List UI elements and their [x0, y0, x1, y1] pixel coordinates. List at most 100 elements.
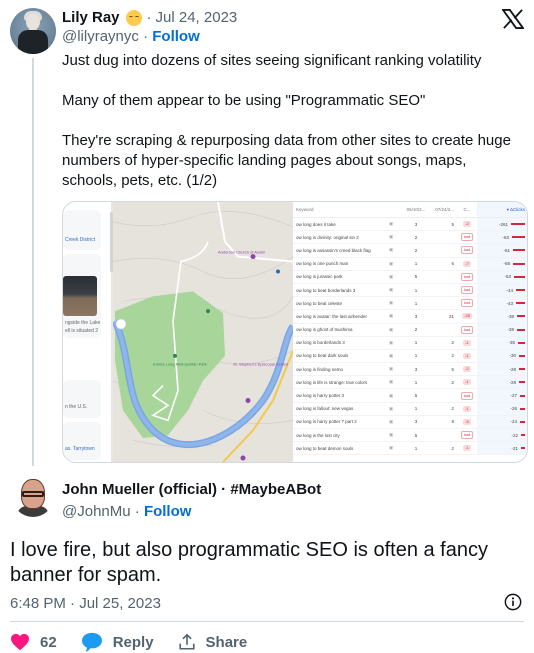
serp-icon[interactable]: ▣: [381, 327, 401, 333]
table-row[interactable]: ow long is borderlands 3 ▣ 1 2 -1 -36: [293, 336, 527, 350]
keyword-cell[interactable]: ow long to beat borderlands 3: [293, 288, 381, 293]
tweet-date[interactable]: Jul 24, 2023: [156, 8, 238, 27]
position-date-1: 1: [414, 340, 418, 346]
tweet-actions: 62 Reply Share: [10, 631, 271, 653]
table-row[interactable]: ow long is divinity: original sin 2 ▣ 2 los…: [293, 231, 527, 245]
keyword-cell[interactable]: ow long is the lost city: [293, 433, 381, 438]
delta-clicks-bar: [514, 275, 525, 278]
table-row[interactable]: ow long to beat borderlands 3 ▣ 1 lost -44: [293, 283, 527, 298]
keyword-cell[interactable]: ow long to beat demon souls: [293, 446, 381, 451]
keyword-cell[interactable]: ow long is fallout: new vegas: [293, 406, 381, 411]
keyword-cell[interactable]: ow long is finding nemo: [293, 367, 381, 372]
reply-label: Reply: [112, 633, 154, 651]
keyword-cell[interactable]: ow long is borderlands 3: [293, 340, 381, 345]
author-name[interactable]: John Mueller (official) · #MaybeABot: [62, 480, 321, 499]
follow-button[interactable]: Follow: [144, 503, 192, 520]
reply-button[interactable]: Reply: [81, 632, 154, 652]
change-cell: -5: [457, 418, 477, 425]
change-badge: -1: [463, 379, 471, 386]
delta-clicks-value: -28: [509, 379, 516, 385]
col-delta-clicks[interactable]: ▾ ΔClicks: [477, 202, 527, 217]
map-pin-church: [250, 254, 256, 260]
keyword-cell[interactable]: ow long is harry potter 7 part 2: [293, 419, 381, 424]
serp-icon[interactable]: ▣: [381, 366, 401, 372]
keyword-cell[interactable]: ow long to beat celeste: [293, 301, 381, 306]
serp-icon[interactable]: ▣: [381, 393, 401, 399]
author-handle[interactable]: @JohnMu: [62, 503, 131, 520]
table-row[interactable]: ow long is the lost city ▣ 5 lost -22: [293, 429, 527, 443]
position-date-1: 2: [414, 234, 418, 240]
avatar-lily-ray[interactable]: [10, 8, 56, 54]
change-cell: -28: [457, 313, 477, 320]
keyword-cell[interactable]: ow long is ghost of tsushima: [293, 327, 381, 332]
tweet-timestamp[interactable]: 6:48 PM · Jul 25, 2023: [10, 594, 161, 613]
like-button[interactable]: 62: [10, 633, 57, 651]
tweet-media-image[interactable]: Creek District ngside the Lake ell is si…: [62, 201, 528, 463]
change-cell: lost: [457, 391, 477, 400]
table-row[interactable]: ow long is one punch man ▣ 1 6 -7 -58: [293, 257, 527, 271]
table-row[interactable]: ow long is life is strange: true colors ▣…: [293, 376, 527, 390]
map-pin-park: [173, 353, 177, 358]
col-keyword[interactable]: Keyword: [293, 207, 381, 212]
keyword-cell[interactable]: ow long is life is strange: true colors: [293, 380, 381, 385]
table-row[interactable]: ow long is avatar: the last airbender ▣ 3 3…: [293, 310, 527, 324]
position-date-2: 2: [451, 353, 454, 359]
reply-tweet-header: John Mueller (official) · #MaybeABot @Jo…: [62, 480, 321, 521]
follow-button[interactable]: Follow: [152, 28, 200, 45]
likes-count: 62: [40, 633, 57, 651]
author-name[interactable]: Lily Ray: [62, 8, 120, 27]
info-icon[interactable]: [504, 593, 522, 611]
keyword-cell[interactable]: ow long is one punch man: [293, 261, 381, 266]
side-card-text: ell is situated 2: [65, 328, 99, 334]
table-row[interactable]: ow long does it take ▣ 3 5 -2 -261: [293, 218, 527, 232]
delta-clicks-bar: [521, 447, 525, 450]
serp-icon[interactable]: ▣: [381, 406, 401, 412]
serp-icon[interactable]: ▣: [381, 261, 401, 267]
table-row[interactable]: ow long to beat celeste ▣ 1 lost -43: [293, 297, 527, 311]
position-date-1: 1: [414, 261, 418, 267]
serp-icon[interactable]: ▣: [381, 432, 401, 438]
table-row[interactable]: ow long is harry potter 3 ▣ 5 lost -27: [293, 389, 527, 403]
table-row[interactable]: ow long is jurassic park ▣ 5 lost -53: [293, 270, 527, 284]
avatar-john-mueller[interactable]: [12, 475, 54, 517]
col-date-2[interactable]: 07/24/2...: [431, 207, 457, 212]
map-pin-estates: [276, 269, 280, 274]
table-row[interactable]: ow long to beat dark souls ▣ 1 2 -1 -30: [293, 349, 527, 364]
change-cell: -1: [457, 352, 477, 359]
table-row[interactable]: ow long to beat demon souls ▣ 1 2 -1 -21: [293, 442, 527, 456]
keyword-cell[interactable]: ow long is assassin's creed black flag: [293, 248, 381, 253]
serp-icon[interactable]: ▣: [381, 419, 401, 425]
map-collapse-button: [115, 318, 127, 330]
table-row[interactable]: ow long is harry potter 7 part 2 ▣ 3 8 -5 -24: [293, 415, 527, 429]
delta-clicks-value: -22: [511, 432, 518, 438]
table-row[interactable]: ow long is fallout: new vegas ▣ 1 2 -1 -26: [293, 402, 527, 416]
serp-icon[interactable]: ▣: [381, 247, 401, 253]
serp-icon[interactable]: ▣: [381, 221, 401, 227]
keyword-cell[interactable]: ow long is avatar: the last airbender: [293, 314, 381, 319]
keyword-cell[interactable]: ow long is jurassic park: [293, 274, 381, 279]
serp-icon[interactable]: ▣: [381, 234, 401, 240]
keyword-cell[interactable]: ow long does it take: [293, 222, 381, 227]
serp-icon[interactable]: ▣: [381, 379, 401, 385]
delta-clicks-bar: [519, 368, 525, 371]
share-button[interactable]: Share: [178, 633, 247, 651]
serp-icon[interactable]: ▣: [381, 340, 401, 346]
change-badge: -7: [463, 260, 471, 267]
serp-icon[interactable]: ▣: [381, 274, 401, 280]
author-handle[interactable]: @lilyraynyc: [62, 28, 139, 45]
col-date-1[interactable]: 06/10/2...: [401, 207, 431, 212]
table-row[interactable]: ow long is ghost of tsushima ▣ 2 lost -38: [293, 323, 527, 337]
delta-clicks-bar: [513, 249, 525, 252]
serp-icon[interactable]: ▣: [381, 313, 401, 319]
table-row[interactable]: ow long is assassin's creed black flag ▣ 2…: [293, 244, 527, 258]
keyword-cell[interactable]: ow long is divinity: original sin 2: [293, 235, 381, 240]
serp-icon[interactable]: ▣: [381, 287, 401, 293]
serp-icon[interactable]: ▣: [381, 445, 401, 451]
keyword-cell[interactable]: ow long is harry potter 3: [293, 393, 381, 398]
keyword-cell[interactable]: ow long to beat dark souls: [293, 353, 381, 358]
serp-icon[interactable]: ▣: [381, 353, 401, 359]
x-logo-icon[interactable]: [502, 9, 524, 29]
serp-icon[interactable]: ▣: [381, 300, 401, 306]
table-row[interactable]: ow long is finding nemo ▣ 3 5 -2 -28: [293, 363, 527, 377]
col-change[interactable]: C...: [457, 207, 477, 212]
